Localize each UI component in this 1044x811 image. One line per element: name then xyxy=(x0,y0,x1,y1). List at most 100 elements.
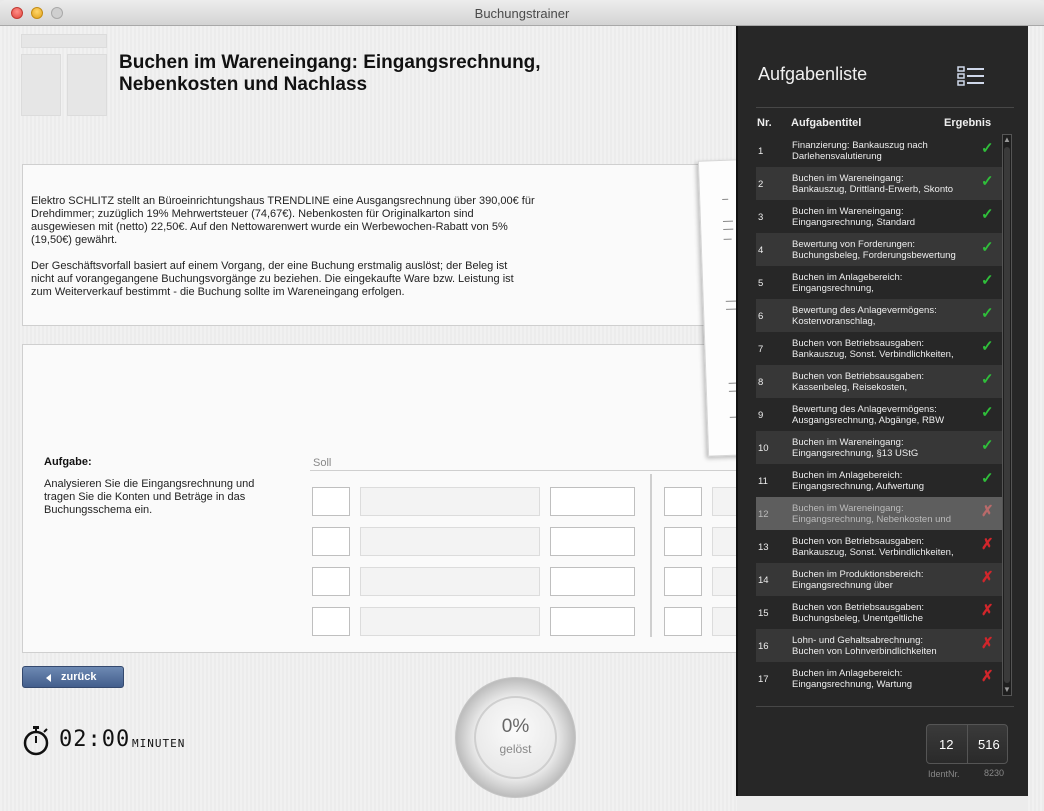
task-title: Buchen von Betriebsausgaben: Bankauszug, … xyxy=(792,536,954,558)
ident-part-a: 12 xyxy=(939,737,954,752)
task-list-item[interactable]: 3 Buchen im Wareneingang: Eingangsrechnung… xyxy=(756,200,1002,233)
sidebar-title: Aufgabenliste xyxy=(758,64,868,84)
scroll-up-arrow-icon[interactable]: ▲ xyxy=(1003,135,1011,145)
task-number: 17 xyxy=(758,674,769,685)
progress-gauge: 0% gelöst xyxy=(455,677,576,798)
task-list-item[interactable]: 4 Bewertung von Forderungen: Buchungsbeleg… xyxy=(756,233,1002,266)
task-list-item[interactable]: 12 Buchen im Wareneingang: Eingangsrechnun… xyxy=(756,497,1002,530)
list-icon[interactable] xyxy=(957,66,985,86)
scroll-down-arrow-icon[interactable]: ▼ xyxy=(1003,685,1011,695)
task-number: 1 xyxy=(758,146,764,157)
task-list-item[interactable]: 6 Bewertung des Anlagevermögens: Kostenvor… xyxy=(756,299,1002,332)
scrollbar-thumb[interactable] xyxy=(1004,147,1010,683)
soll-account-number-2[interactable] xyxy=(312,527,350,556)
soll-amount-1[interactable] xyxy=(550,487,635,516)
task-title: Finanzierung: Bankauszug nach Darlehensva… xyxy=(792,140,928,162)
task-number: 2 xyxy=(758,179,764,190)
check-icon: ✓ xyxy=(981,404,994,421)
haben-account-number-4[interactable] xyxy=(664,607,702,636)
app-window: Buchungstrainer Buchen im Wareneingang: … xyxy=(0,0,1044,811)
task-title: Buchen von Betriebsausgaben: Buchungsbele… xyxy=(792,602,925,624)
description-paragraph-1: Elektro SCHLITZ stellt an Büroeinrichtun… xyxy=(31,195,535,246)
task-title: Buchen von Betriebsausgaben: Kassenbeleg,… xyxy=(792,371,925,393)
cross-icon: ✗ xyxy=(981,668,994,685)
timer-value: 02:00 xyxy=(59,727,131,752)
soll-account-name-4 xyxy=(360,607,540,636)
soll-haben-separator xyxy=(650,474,652,637)
timer-unit: MINUTEN xyxy=(132,737,186,750)
soll-divider xyxy=(310,470,740,471)
haben-account-name-4 xyxy=(712,607,737,636)
task-title: Bewertung des Anlagevermögens: Ausgangsre… xyxy=(792,404,945,426)
task-number: 3 xyxy=(758,212,764,223)
task-list-item[interactable]: 5 Buchen im Anlagebereich: Eingangsrechnun… xyxy=(756,266,1002,299)
task-list-item[interactable]: 10 Buchen im Wareneingang: Eingangsrechnun… xyxy=(756,431,1002,464)
task-title: Buchen im Anlagebereich: Eingangsrechnung… xyxy=(792,668,913,690)
task-list-item[interactable]: 17 Buchen im Anlagebereich: Eingangsrechnu… xyxy=(756,662,1002,694)
task-number: 5 xyxy=(758,278,764,289)
task-number: 16 xyxy=(758,641,769,652)
task-list-sidebar: Aufgabenliste Nr. Aufgabentitel Ergebnis… xyxy=(736,26,1028,796)
task-list-item[interactable]: 9 Bewertung des Anlagevermögens: Ausgangsr… xyxy=(756,398,1002,431)
task-list-item[interactable]: 14 Buchen im Produktionsbereich: Eingangsr… xyxy=(756,563,1002,596)
sidebar-divider xyxy=(756,107,1014,108)
haben-account-number-3[interactable] xyxy=(664,567,702,596)
haben-account-name-3 xyxy=(712,567,737,596)
task-number: 7 xyxy=(758,344,764,355)
check-icon: ✓ xyxy=(981,140,994,157)
check-icon: ✓ xyxy=(981,173,994,190)
progress-percent: 0% xyxy=(501,716,530,737)
column-header-result: Ergebnis xyxy=(944,117,992,129)
task-list: 1 Finanzierung: Bankauszug nach Darlehensv… xyxy=(756,134,1002,694)
task-title: Bewertung von Forderungen: Buchungsbeleg,… xyxy=(792,239,956,261)
task-number: 4 xyxy=(758,245,764,256)
soll-account-name-3 xyxy=(360,567,540,596)
task-list-item[interactable]: 2 Buchen im Wareneingang: Bankauszug, Drit… xyxy=(756,167,1002,200)
task-number: 6 xyxy=(758,311,764,322)
window-edge xyxy=(1028,26,1044,811)
task-list-item[interactable]: 7 Buchen von Betriebsausgaben: Bankauszug,… xyxy=(756,332,1002,365)
task-list-scrollbar[interactable]: ▲ ▼ xyxy=(1002,134,1012,696)
cross-icon: ✗ xyxy=(981,635,994,652)
column-header-title: Aufgabentitel xyxy=(791,117,862,129)
task-number: 8 xyxy=(758,377,764,388)
task-title: Buchen im Wareneingang: Bankauszug, Dritt… xyxy=(792,173,954,195)
task-list-item[interactable]: 16 Lohn- und Gehaltsabrechnung: Buchen von… xyxy=(756,629,1002,662)
task-list-item[interactable]: 11 Buchen im Anlagebereich: Eingangsrechnu… xyxy=(756,464,1002,497)
soll-amount-2[interactable] xyxy=(550,527,635,556)
task-number: 12 xyxy=(758,509,769,520)
task-title: Bewertung des Anlagevermögens: Kostenvora… xyxy=(792,305,937,327)
soll-account-name-1 xyxy=(360,487,540,516)
task-list-item[interactable]: 1 Finanzierung: Bankauszug nach Darlehensv… xyxy=(756,134,1002,167)
haben-account-number-2[interactable] xyxy=(664,527,702,556)
haben-account-number-1[interactable] xyxy=(664,487,702,516)
cross-icon: ✗ xyxy=(981,536,994,553)
task-list-item[interactable]: 15 Buchen von Betriebsausgaben: Buchungsbe… xyxy=(756,596,1002,629)
task-title: Buchen von Betriebsausgaben: Bankauszug, … xyxy=(792,338,954,360)
sidebar-bottom-divider xyxy=(756,706,1014,707)
task-title: Lohn- und Gehaltsabrechnung: Buchen von L… xyxy=(792,635,937,657)
description-paragraph-2: Der Geschäftsvorfall basiert auf einem V… xyxy=(31,260,514,298)
ident-part-b: 516 xyxy=(978,737,1000,752)
back-button[interactable]: zurück xyxy=(22,666,124,688)
cross-icon: ✗ xyxy=(981,503,994,520)
check-icon: ✓ xyxy=(981,206,994,223)
soll-amount-4[interactable] xyxy=(550,607,635,636)
soll-account-number-1[interactable] xyxy=(312,487,350,516)
task-number: 11 xyxy=(758,476,768,487)
cross-icon: ✗ xyxy=(981,569,994,586)
task-title: Buchen im Anlagebereich: Eingangsrechnung… xyxy=(792,272,903,294)
case-description: Elektro SCHLITZ stellt an Büroeinrichtun… xyxy=(22,164,767,326)
soll-account-number-4[interactable] xyxy=(312,607,350,636)
task-list-item[interactable]: 13 Buchen von Betriebsausgaben: Bankauszug… xyxy=(756,530,1002,563)
check-icon: ✓ xyxy=(981,338,994,355)
task-title: Buchen im Wareneingang: Eingangsrechnung,… xyxy=(792,437,919,459)
task-instructions: Analysieren Sie die Eingangsrechnung und… xyxy=(44,478,255,516)
soll-account-number-3[interactable] xyxy=(312,567,350,596)
task-list-item[interactable]: 8 Buchen von Betriebsausgaben: Kassenbeleg… xyxy=(756,365,1002,398)
progress-label: gelöst xyxy=(499,742,532,756)
cross-icon: ✗ xyxy=(981,602,994,619)
column-header-nr: Nr. xyxy=(757,117,772,129)
soll-amount-3[interactable] xyxy=(550,567,635,596)
check-icon: ✓ xyxy=(981,272,994,289)
